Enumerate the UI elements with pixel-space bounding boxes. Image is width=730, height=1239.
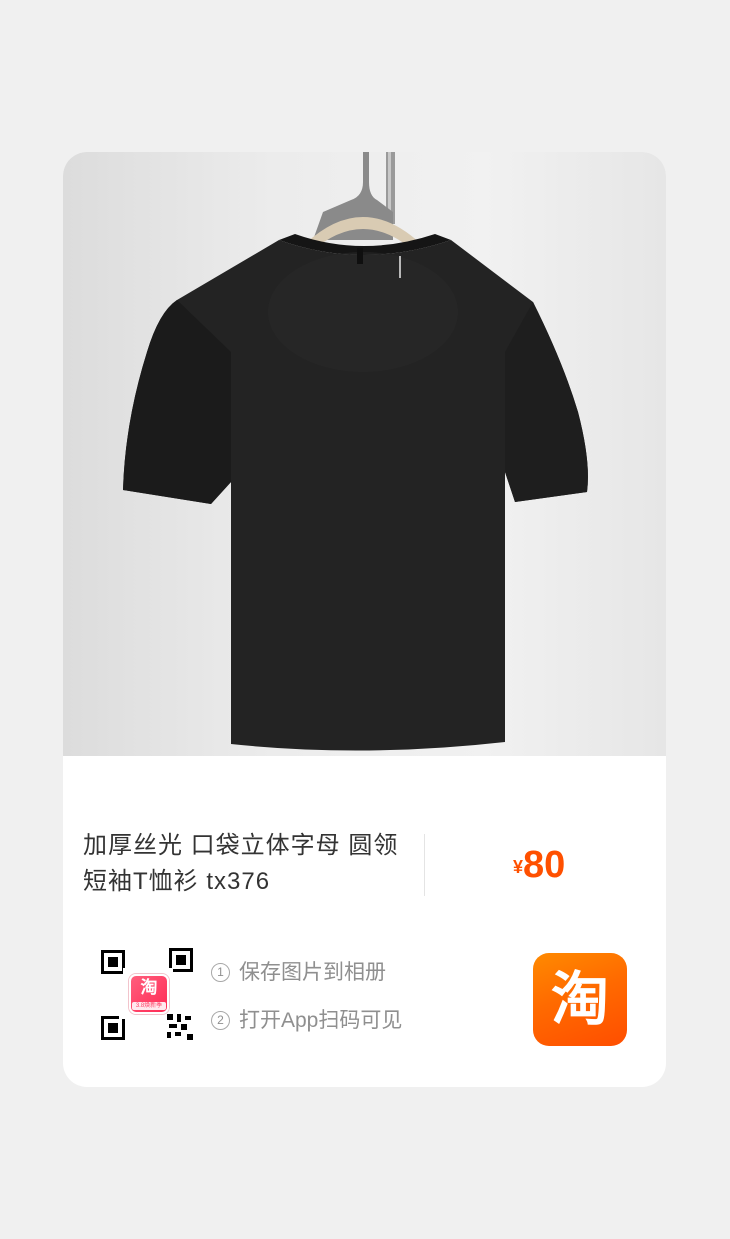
step-text: 保存图片到相册 bbox=[239, 961, 386, 984]
currency-symbol: ¥ bbox=[513, 857, 524, 877]
qr-finder-bottom-left bbox=[101, 1016, 125, 1040]
step-number-icon: 2 bbox=[211, 1011, 230, 1030]
step-number-icon: 1 bbox=[211, 963, 230, 982]
taobao-char: 淘 bbox=[550, 965, 609, 1033]
instruction-steps: 1 保存图片到相册 2 打开App扫码可见 bbox=[211, 960, 402, 1056]
product-info: 加厚丝光 口袋立体字母 圆领短袖T恤衫 tx376 ¥80 bbox=[63, 756, 666, 916]
qr-finder-top-left bbox=[101, 950, 125, 974]
qr-logo-char: 淘 bbox=[140, 978, 158, 998]
qr-modules bbox=[167, 1014, 193, 1040]
share-card: 加厚丝光 口袋立体字母 圆领短袖T恤衫 tx376 ¥80 淘 3.8焕新季 1… bbox=[63, 152, 666, 1087]
qr-finder-top-right bbox=[169, 948, 193, 972]
divider bbox=[424, 834, 425, 896]
product-price: ¥80 bbox=[513, 844, 565, 887]
step-text: 打开App扫码可见 bbox=[239, 1009, 403, 1032]
step-open-app: 2 打开App扫码可见 bbox=[211, 1008, 402, 1034]
price-amount: 80 bbox=[523, 844, 566, 886]
qr-code[interactable]: 淘 3.8焕新季 bbox=[97, 944, 197, 1046]
taobao-app-icon[interactable]: 淘 bbox=[533, 953, 627, 1046]
product-image[interactable] bbox=[63, 152, 666, 756]
qr-logo-sub: 3.8焕新季 bbox=[132, 1002, 166, 1010]
product-title[interactable]: 加厚丝光 口袋立体字母 圆领短袖T恤衫 tx376 bbox=[83, 828, 413, 900]
step-save-image: 1 保存图片到相册 bbox=[211, 960, 402, 986]
black-tshirt-photo bbox=[123, 152, 588, 751]
qr-center-logo: 淘 3.8焕新季 bbox=[129, 974, 169, 1014]
